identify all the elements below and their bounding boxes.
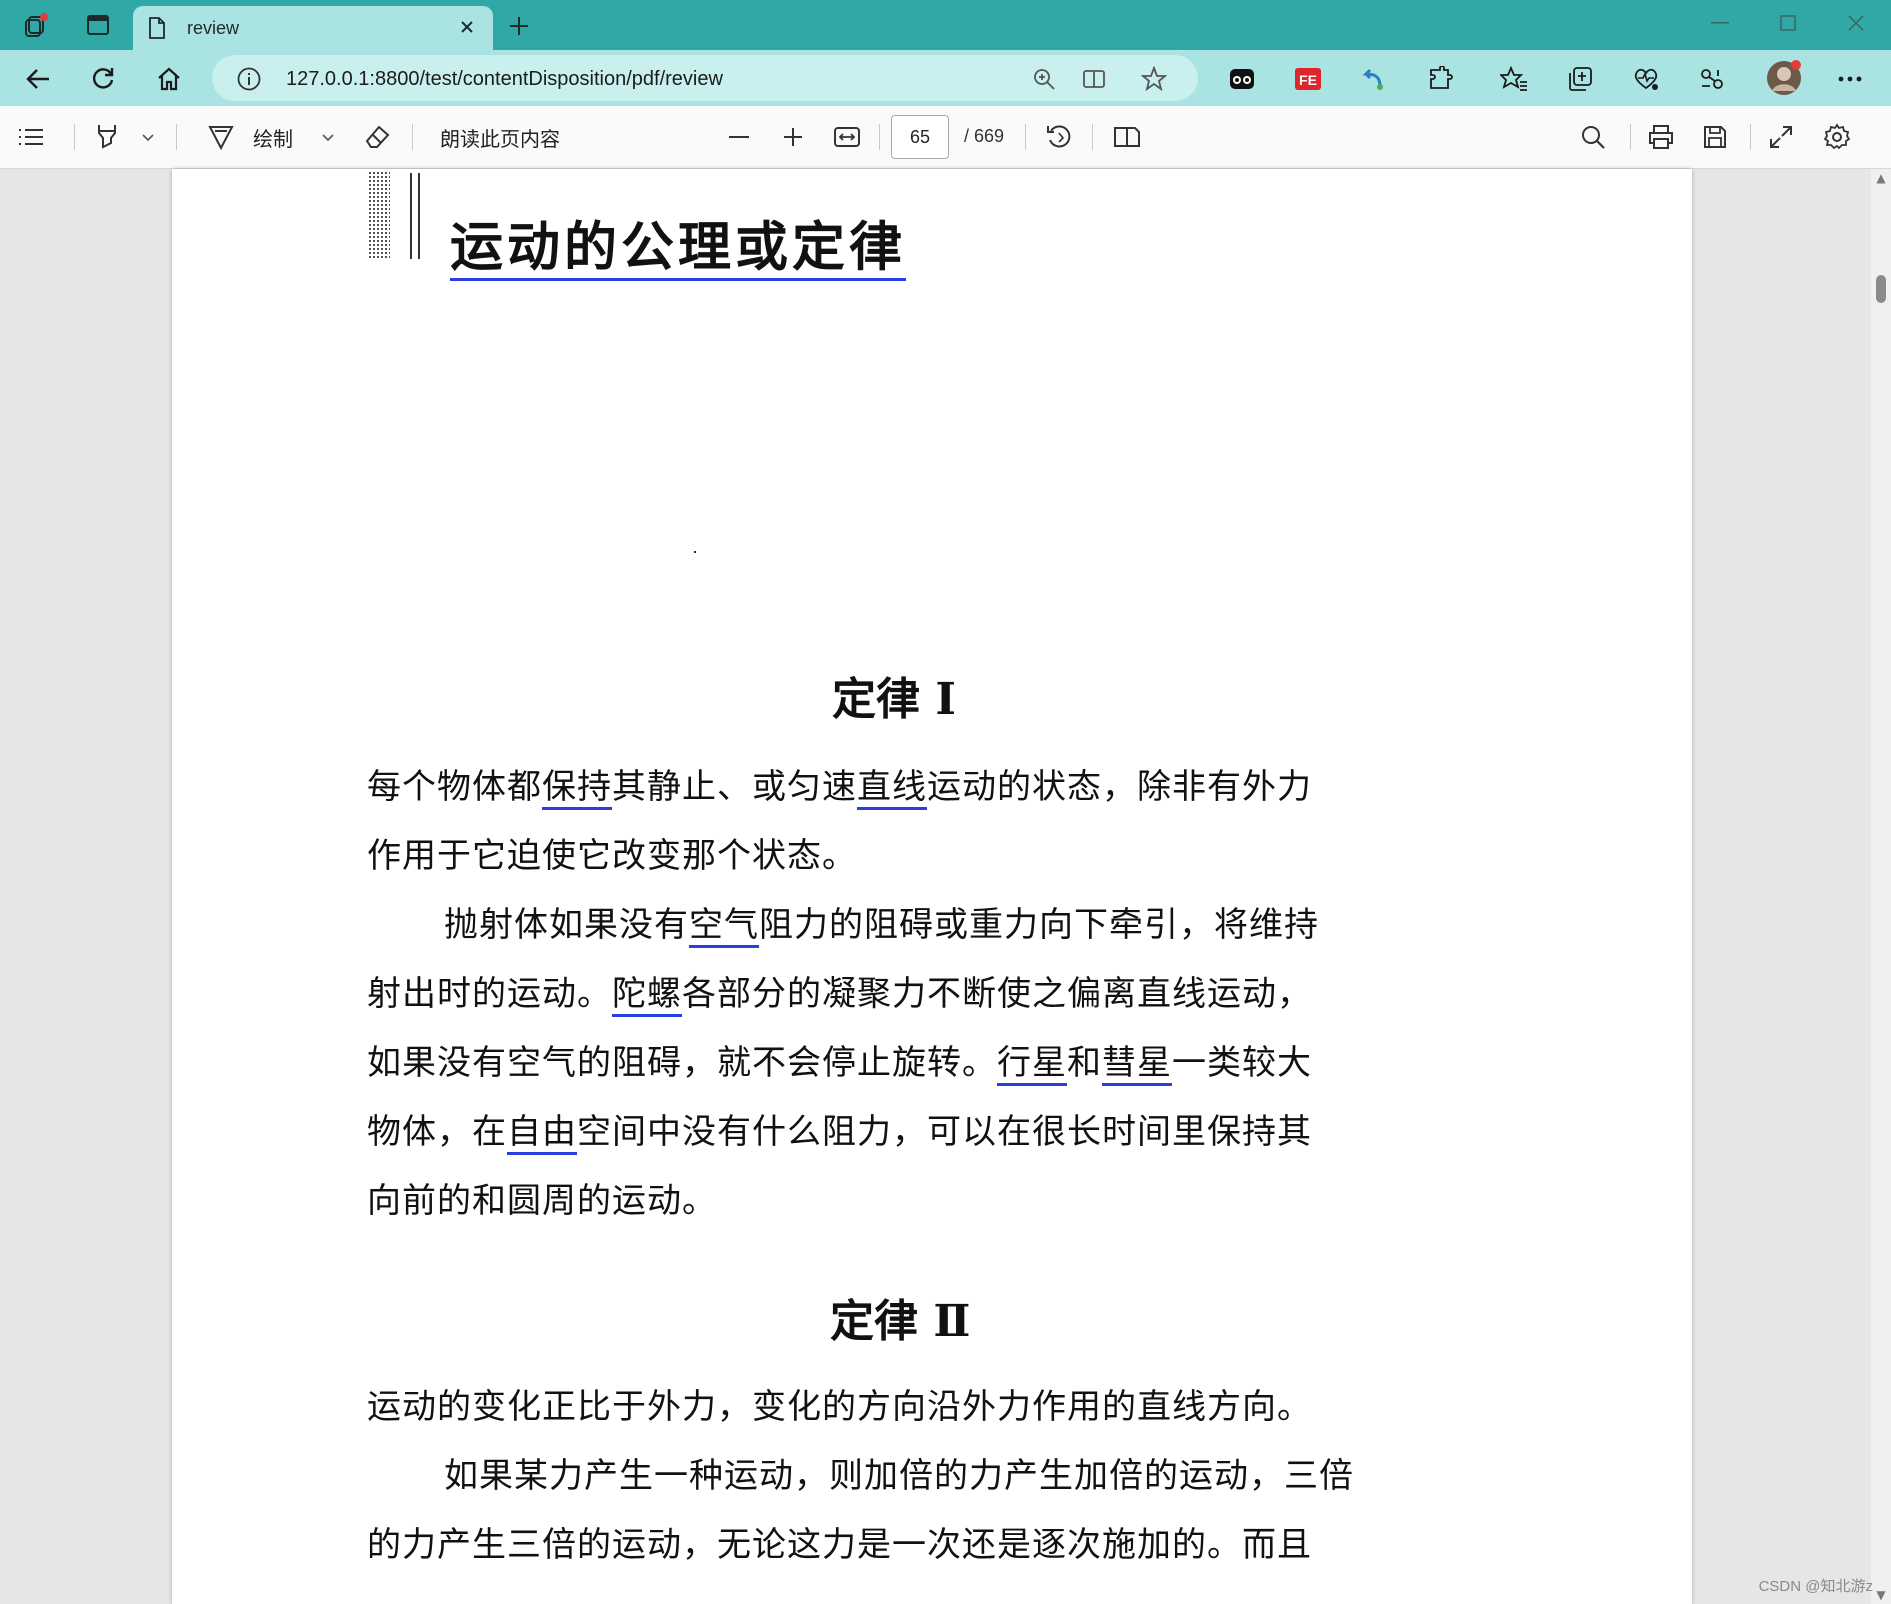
zoom-in-icon[interactable]	[776, 120, 810, 154]
performance-icon[interactable]	[1630, 63, 1662, 95]
pdf-toolbar: 绘制 朗读此页内容 65 / 669	[0, 106, 1891, 169]
vertical-scrollbar[interactable]: ▲ ▼	[1871, 169, 1891, 1604]
toolbar-divider	[74, 124, 75, 150]
print-icon[interactable]	[1644, 120, 1678, 154]
law-1-heading: 定律 Ⅰ	[832, 674, 956, 725]
draw-label[interactable]: 绘制	[250, 120, 296, 154]
scroll-up-arrow[interactable]: ▲	[1875, 172, 1887, 184]
scan-speck	[694, 551, 696, 553]
law-1-explanation-line: 物体，在自由空间中没有什么阻力，可以在很长时间里保持其	[367, 1104, 1312, 1155]
watermark: CSDN @知北游z	[1758, 1578, 1873, 1595]
favorites-icon[interactable]	[1498, 63, 1530, 95]
refresh-icon[interactable]	[86, 62, 120, 96]
decorative-ornament	[368, 171, 390, 259]
read-view-icon[interactable]	[1080, 65, 1108, 93]
extension-icon[interactable]	[1424, 63, 1456, 95]
decorative-rule	[410, 173, 412, 259]
close-icon[interactable]	[455, 15, 479, 39]
page-view-icon[interactable]	[1110, 120, 1144, 154]
toolbar-divider	[1750, 124, 1751, 150]
navigation-bar: 127.0.0.1:8800/test/contentDisposition/p…	[0, 50, 1891, 106]
pdf-page: 运动的公理或定律 定律 Ⅰ 每个物体都保持其静止、或匀速直线运动的状态，除非有外…	[172, 169, 1692, 1604]
law-1-statement-line: 每个物体都保持其静止、或匀速直线运动的状态，除非有外力	[367, 759, 1312, 810]
workspaces-icon[interactable]	[20, 9, 52, 41]
share-icon[interactable]	[1696, 63, 1728, 95]
svg-text:FE: FE	[1299, 72, 1317, 88]
law-1-explanation-line: 向前的和圆周的运动。	[367, 1181, 717, 1221]
law-1-explanation-line: 如果没有空气的阻碍，就不会停止旋转。行星和彗星一类较大	[367, 1035, 1312, 1086]
chevron-down-icon[interactable]	[316, 120, 340, 154]
zoom-out-icon[interactable]	[722, 120, 756, 154]
toolbar-divider	[1025, 124, 1026, 150]
chevron-down-icon[interactable]	[136, 120, 160, 154]
search-icon[interactable]	[1576, 120, 1610, 154]
tab-title: review	[187, 18, 240, 38]
collections-icon[interactable]	[1564, 63, 1596, 95]
url-text[interactable]: 127.0.0.1:8800/test/contentDisposition/p…	[286, 68, 723, 91]
back-icon[interactable]	[21, 62, 55, 96]
extension-icon[interactable]	[1357, 63, 1389, 95]
law-2-heading: 定律 Ⅱ	[830, 1296, 971, 1347]
extension-icon[interactable]	[1226, 63, 1258, 95]
law-2-statement: 运动的变化正比于外力，变化的方向沿外力作用的直线方向。	[367, 1387, 1312, 1427]
rotate-icon[interactable]	[1042, 120, 1076, 154]
save-icon[interactable]	[1698, 120, 1732, 154]
toolbar-divider	[176, 124, 177, 150]
draw-icon[interactable]	[204, 120, 238, 154]
page-number-input[interactable]: 65	[891, 115, 949, 159]
contents-list-icon[interactable]	[14, 120, 48, 154]
zoom-icon[interactable]	[1030, 65, 1058, 93]
pdf-viewer[interactable]: 运动的公理或定律 定律 Ⅰ 每个物体都保持其静止、或匀速直线运动的状态，除非有外…	[0, 169, 1891, 1604]
profile-avatar[interactable]	[1764, 58, 1804, 98]
fullscreen-icon[interactable]	[1764, 120, 1798, 154]
chapter-title: 运动的公理或定律	[450, 205, 906, 281]
more-icon[interactable]	[1834, 63, 1866, 95]
toolbar-divider	[1092, 124, 1093, 150]
maximize-icon[interactable]	[1766, 6, 1810, 40]
law-2-explanation-line: 如果某力产生一种运动，则加倍的力产生加倍的运动，三倍	[444, 1456, 1354, 1496]
toolbar-divider	[879, 124, 880, 150]
window-close-icon[interactable]	[1834, 6, 1878, 40]
extension-icon[interactable]: FE	[1292, 63, 1324, 95]
info-icon[interactable]	[236, 66, 262, 96]
active-tab[interactable]: review	[133, 6, 493, 50]
minimize-icon[interactable]	[1698, 6, 1742, 40]
scrollbar-thumb[interactable]	[1876, 275, 1886, 303]
page-icon	[147, 16, 167, 44]
decorative-rule	[418, 173, 420, 259]
favorite-star-icon[interactable]	[1140, 65, 1168, 93]
law-1-explanation-line: 射出时的运动。陀螺各部分的凝聚力不断使之偏离直线运动，	[367, 966, 1312, 1017]
toolbar-divider	[1630, 124, 1631, 150]
fit-width-icon[interactable]	[830, 120, 864, 154]
law-2-explanation-line: 的力产生三倍的运动，无论这力是一次还是逐次施加的。而且	[367, 1525, 1312, 1565]
home-icon[interactable]	[152, 62, 186, 96]
tab-strip: review	[0, 0, 1891, 50]
law-1-statement-line: 作用于它迫使它改变那个状态。	[367, 836, 857, 876]
read-aloud-button[interactable]: 朗读此页内容	[434, 120, 566, 154]
address-bar[interactable]: 127.0.0.1:8800/test/contentDisposition/p…	[212, 55, 1198, 101]
eraser-icon[interactable]	[360, 120, 394, 154]
law-1-explanation-line: 抛射体如果没有空气阻力的阻碍或重力向下牵引，将维持	[444, 897, 1319, 948]
highlight-icon[interactable]	[90, 120, 124, 154]
page-total: / 669	[964, 126, 1005, 146]
scroll-down-arrow[interactable]: ▼	[1875, 1589, 1887, 1601]
tab-actions-icon[interactable]	[82, 9, 114, 41]
settings-icon[interactable]	[1820, 120, 1854, 154]
toolbar-divider	[412, 124, 413, 150]
new-tab-icon[interactable]	[503, 10, 535, 42]
